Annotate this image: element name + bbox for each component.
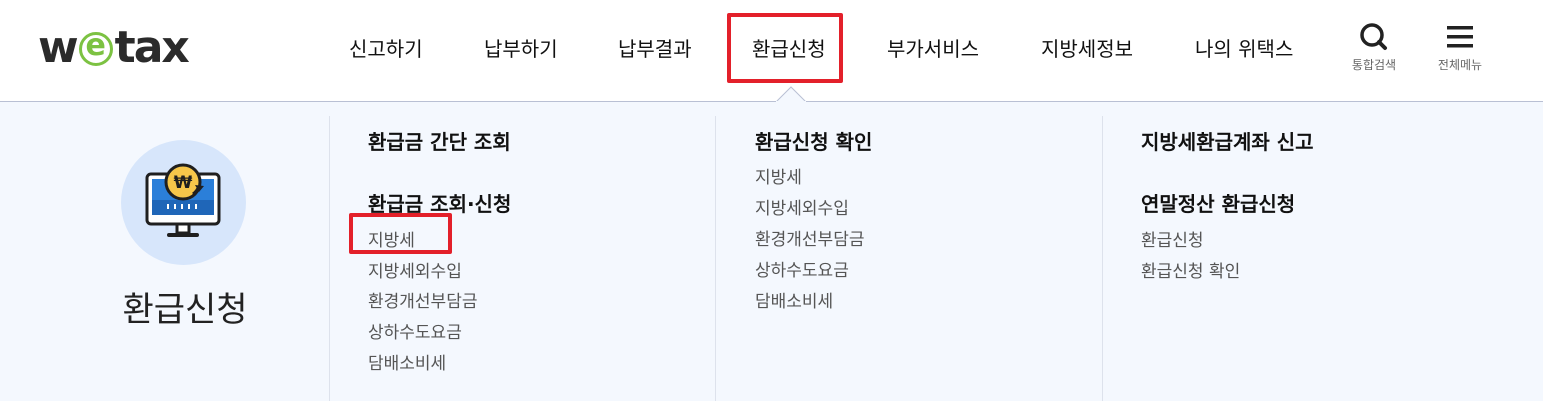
logo-text-suffix: tax [114, 21, 190, 73]
nav-item-payment[interactable]: 납부하기 [484, 32, 558, 66]
submenu-non-tax-revenue[interactable]: 지방세외수입 [368, 257, 462, 282]
menu-refund-lookup-apply[interactable]: 환급금 조회·신청 [368, 188, 511, 217]
all-menu-label: 전체메뉴 [1437, 58, 1483, 72]
menu-year-end-refund[interactable]: 연말정산 환급신청 [1141, 188, 1295, 217]
category-title: 환급신청 [122, 290, 248, 330]
refund-submenu-panel: ₩ 환급신청 환급금 간단 조회 환급금 조회·신청 지방세 지방세외수입 환경… [0, 102, 1543, 401]
logo-text-prefix: w [38, 21, 79, 73]
logo-e-mark: e [78, 28, 113, 66]
submenu-environment-charge[interactable]: 환경개선부담금 [368, 287, 477, 312]
submenu-water-fee[interactable]: 상하수도요금 [755, 256, 849, 281]
menu-refund-check[interactable]: 환급신청 확인 [755, 126, 872, 155]
nav-item-refund[interactable]: 환급신청 [752, 32, 826, 66]
submenu-local-tax[interactable]: 지방세 [755, 163, 802, 188]
refund-category-icon: ₩ [121, 140, 246, 265]
column-divider [1102, 116, 1103, 401]
hamburger-menu-icon [1447, 26, 1473, 48]
site-header: w e tax 신고하기 납부하기 납부결과 환급신청 부가서비스 지방세정보 … [0, 0, 1543, 102]
submenu-tobacco-tax[interactable]: 담배소비세 [368, 349, 446, 374]
column-divider [715, 116, 716, 401]
submenu-environment-charge[interactable]: 환경개선부담금 [755, 225, 864, 250]
submenu-local-tax[interactable]: 지방세 [368, 226, 415, 251]
search-icon [1360, 23, 1387, 50]
menu-refund-account-report[interactable]: 지방세환급계좌 신고 [1141, 126, 1314, 155]
submenu-non-tax-revenue[interactable]: 지방세외수입 [755, 194, 849, 219]
all-menu-button[interactable]: 전체메뉴 [1428, 22, 1492, 73]
menu-refund-simple-lookup[interactable]: 환급금 간단 조회 [368, 126, 511, 155]
submenu-water-fee[interactable]: 상하수도요금 [368, 318, 462, 343]
nav-item-report[interactable]: 신고하기 [349, 32, 423, 66]
search-button[interactable]: 통합검색 [1344, 22, 1404, 73]
monitor-won-refund-icon: ₩ [145, 163, 221, 237]
active-menu-caret [776, 86, 806, 102]
column-divider [329, 116, 330, 401]
search-label: 통합검색 [1351, 58, 1397, 72]
nav-item-extra-services[interactable]: 부가서비스 [887, 32, 979, 66]
wetax-logo[interactable]: w e tax [38, 21, 190, 73]
submenu-tobacco-tax[interactable]: 담배소비세 [755, 287, 833, 312]
nav-item-payment-result[interactable]: 납부결과 [618, 32, 692, 66]
nav-item-local-tax-info[interactable]: 지방세정보 [1041, 32, 1133, 66]
nav-item-my-wetax[interactable]: 나의 위택스 [1195, 32, 1293, 66]
submenu-refund-apply[interactable]: 환급신청 [1141, 226, 1204, 251]
svg-text:₩: ₩ [174, 173, 193, 193]
logo-e-char: e [85, 28, 106, 63]
submenu-refund-apply-check[interactable]: 환급신청 확인 [1141, 257, 1240, 282]
